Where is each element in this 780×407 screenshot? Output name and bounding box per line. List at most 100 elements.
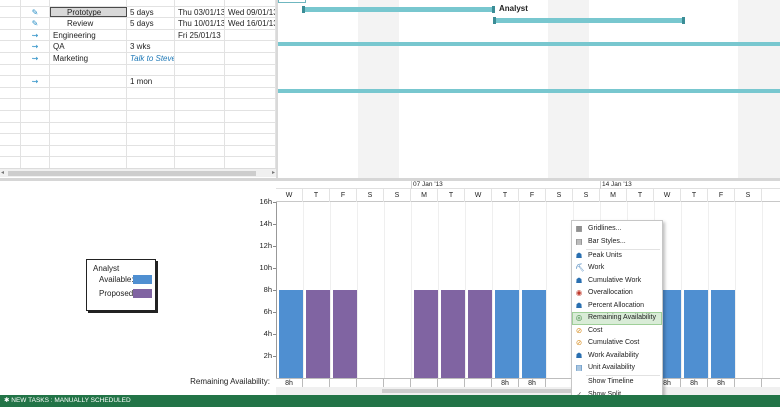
empty-cell[interactable]: [21, 87, 50, 99]
bar-available[interactable]: [277, 290, 304, 378]
bar-proposed[interactable]: [439, 290, 466, 378]
table-row[interactable]: [0, 0, 276, 7]
empty-cell[interactable]: [21, 145, 50, 157]
table-row[interactable]: ⇝ Engineering Fri 25/01/13: [0, 29, 276, 42]
empty-cell[interactable]: [0, 122, 21, 134]
table-row[interactable]: ✎ Review 5 days Thu 10/01/13 Wed 16/01/13: [0, 18, 276, 30]
task-finish-cell[interactable]: [225, 53, 276, 64]
empty-cell[interactable]: [50, 122, 127, 134]
empty-cell[interactable]: [127, 111, 175, 122]
table-row[interactable]: [0, 99, 276, 111]
menu-item-cumulative-work[interactable]: ☗ Cumulative Work: [572, 275, 662, 288]
empty-cell[interactable]: [225, 134, 276, 145]
menu-item-overallocation[interactable]: ◉ Overallocation: [572, 287, 662, 300]
table-row[interactable]: ⇝ Marketing Talk to Steve: [0, 53, 276, 65]
task-duration-cell[interactable]: [127, 29, 175, 41]
task-name-cell[interactable]: Review: [50, 18, 127, 29]
menu-item-peak-units[interactable]: ☗ Peak Units: [572, 250, 662, 263]
resource-graph[interactable]: 07 Jan '13 14 Jan '13 WTFSSMTWTFSSMTWTFS …: [276, 181, 780, 395]
bar-proposed[interactable]: [331, 290, 358, 378]
task-duration-cell[interactable]: 3 wks: [127, 41, 175, 52]
task-duration-cell[interactable]: 5 days: [127, 6, 175, 18]
empty-cell[interactable]: [0, 145, 21, 157]
summary-bar-fragment[interactable]: [278, 0, 306, 3]
row-indicator-cell[interactable]: [0, 64, 21, 76]
task-name-cell[interactable]: Marketing: [50, 53, 127, 64]
row-indicator-cell[interactable]: [0, 29, 21, 41]
bar-available[interactable]: [493, 290, 520, 378]
gantt-chart[interactable]: Analyst: [278, 0, 780, 178]
empty-cell[interactable]: [175, 157, 225, 168]
task-start-cell[interactable]: Fri 25/01/13: [175, 29, 225, 41]
empty-cell[interactable]: [127, 87, 175, 99]
menu-item-percent-allocation[interactable]: ☗ Percent Allocation: [572, 300, 662, 313]
empty-cell[interactable]: [127, 99, 175, 110]
empty-cell[interactable]: [21, 134, 50, 145]
table-row[interactable]: [0, 111, 276, 123]
bar-available[interactable]: [709, 290, 736, 378]
bar-available[interactable]: [520, 290, 547, 378]
task-name-cell[interactable]: Prototype: [50, 6, 127, 18]
menu-item-work[interactable]: ⛏ Work: [572, 262, 662, 275]
menu-item-cost[interactable]: ⊘ Cost: [572, 325, 662, 338]
graph-horizontal-scrollbar[interactable]: [276, 387, 780, 395]
task-start-cell[interactable]: Thu 03/01/13: [175, 6, 225, 18]
empty-cell[interactable]: [0, 87, 21, 99]
empty-cell[interactable]: [21, 157, 50, 168]
task-duration-cell[interactable]: 1 mon: [127, 76, 175, 87]
table-row[interactable]: ✎ Prototype 5 days Thu 03/01/13 Wed 09/01/13: [0, 6, 276, 19]
task-finish-cell[interactable]: Wed 16/01/13: [225, 18, 276, 29]
table-row[interactable]: ⇝ 1 mon: [0, 76, 276, 88]
task-finish-cell[interactable]: [225, 76, 276, 87]
bar-proposed[interactable]: [412, 290, 439, 378]
empty-cell[interactable]: [225, 122, 276, 134]
empty-cell[interactable]: [225, 111, 276, 122]
empty-cell[interactable]: [50, 134, 127, 145]
new-tasks-mode[interactable]: NEW TASKS : MANUALLY SCHEDULED: [11, 397, 130, 404]
menu-item-remaining-availability[interactable]: ◎ Remaining Availability: [572, 312, 662, 325]
scrollbar-thumb[interactable]: [8, 171, 256, 176]
empty-cell[interactable]: [50, 111, 127, 122]
task-bar-qa[interactable]: [278, 42, 780, 46]
task-finish-cell[interactable]: [225, 29, 276, 41]
empty-cell[interactable]: [175, 122, 225, 134]
empty-cell[interactable]: [175, 145, 225, 157]
menu-item-show-timeline[interactable]: Show Timeline: [572, 376, 662, 389]
empty-cell[interactable]: [225, 87, 276, 99]
task-finish-cell[interactable]: [225, 0, 276, 6]
bar-proposed[interactable]: [466, 290, 493, 378]
task-name-cell[interactable]: [50, 64, 127, 76]
task-start-cell[interactable]: [175, 41, 225, 52]
empty-cell[interactable]: [0, 134, 21, 145]
task-duration-cell[interactable]: Talk to Steve: [127, 53, 175, 64]
task-name-cell[interactable]: QA: [50, 41, 127, 52]
empty-cell[interactable]: [0, 99, 21, 110]
empty-cell[interactable]: [21, 111, 50, 122]
task-duration-cell[interactable]: [127, 64, 175, 76]
graph-plot-area[interactable]: [276, 202, 780, 378]
task-finish-cell[interactable]: [225, 64, 276, 76]
empty-cell[interactable]: [21, 122, 50, 134]
task-finish-cell[interactable]: [225, 41, 276, 52]
empty-cell[interactable]: [50, 157, 127, 168]
table-row[interactable]: [0, 145, 276, 158]
empty-cell[interactable]: [225, 99, 276, 110]
row-indicator-cell[interactable]: [0, 53, 21, 64]
row-indicator-cell[interactable]: [0, 41, 21, 52]
table-row[interactable]: [0, 64, 276, 77]
task-mode-cell[interactable]: [21, 64, 50, 76]
empty-cell[interactable]: [50, 99, 127, 110]
row-indicator-cell[interactable]: [0, 6, 21, 18]
empty-cell[interactable]: [50, 87, 127, 99]
menu-item-bar-styles[interactable]: ▤ Bar Styles...: [572, 236, 662, 249]
empty-cell[interactable]: [21, 99, 50, 110]
table-horizontal-scrollbar[interactable]: ◂ ▸: [0, 168, 276, 177]
empty-cell[interactable]: [50, 145, 127, 157]
task-start-cell[interactable]: [175, 53, 225, 64]
table-row[interactable]: ⇝ QA 3 wks: [0, 41, 276, 53]
menu-item-cumulative-cost[interactable]: ⊘ Cumulative Cost: [572, 337, 662, 350]
task-name-cell[interactable]: Engineering: [50, 29, 127, 41]
task-name-cell[interactable]: [50, 0, 127, 6]
empty-cell[interactable]: [127, 122, 175, 134]
task-finish-cell[interactable]: Wed 09/01/13: [225, 6, 276, 18]
